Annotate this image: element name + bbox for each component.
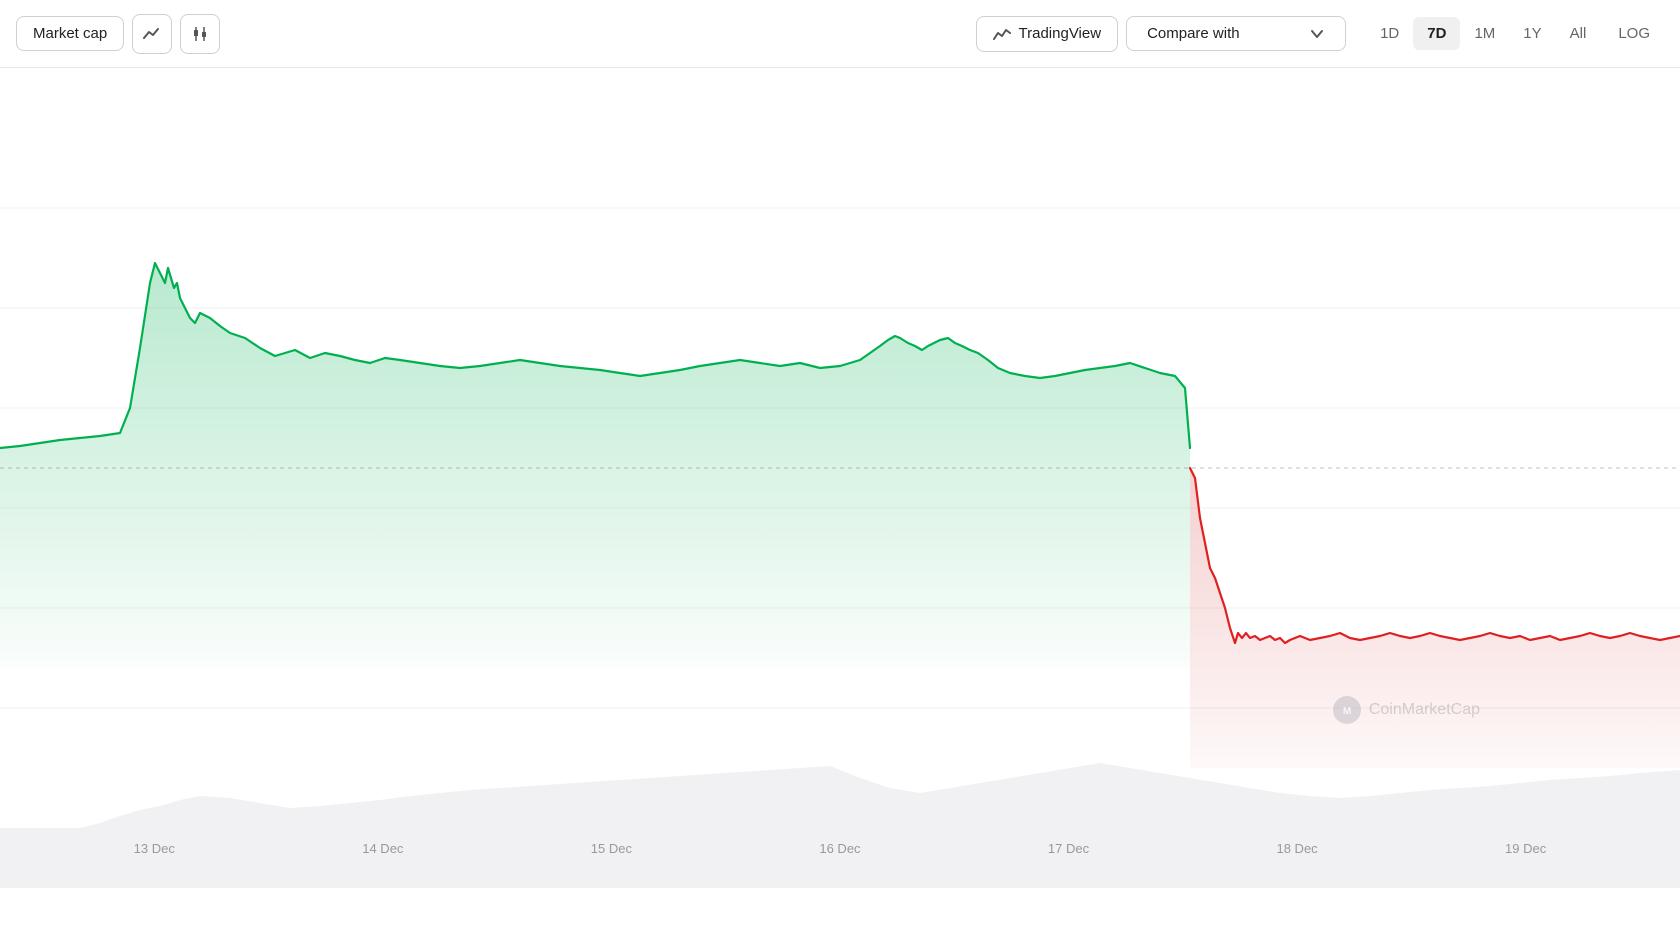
period-1d-button[interactable]: 1D (1366, 17, 1413, 50)
x-label-0: 13 Dec (134, 841, 175, 856)
svg-text:M: M (1343, 706, 1351, 717)
tradingview-icon (993, 25, 1011, 43)
market-cap-button[interactable]: Market cap (16, 16, 124, 51)
toolbar: Market cap TradingView Compare with 1D 7… (0, 0, 1680, 68)
compare-with-button[interactable]: Compare with (1126, 16, 1346, 51)
cmc-logo-icon: M (1333, 696, 1361, 724)
x-axis-labels: 13 Dec 14 Dec 15 Dec 16 Dec 17 Dec 18 De… (0, 841, 1680, 856)
period-selector: 1D 7D 1M 1Y All LOG (1366, 17, 1664, 50)
x-label-3: 16 Dec (819, 841, 860, 856)
candlestick-icon (191, 25, 209, 43)
log-button[interactable]: LOG (1604, 17, 1664, 50)
tradingview-button[interactable]: TradingView (976, 16, 1119, 52)
period-1m-button[interactable]: 1M (1460, 17, 1509, 50)
line-chart-button[interactable] (132, 14, 172, 54)
watermark-text: CoinMarketCap (1369, 701, 1480, 719)
tradingview-label: TradingView (1019, 25, 1102, 42)
x-label-1: 14 Dec (362, 841, 403, 856)
chart-area: M CoinMarketCap 13 Dec 14 Dec 15 Dec 16 … (0, 68, 1680, 944)
x-label-5: 18 Dec (1276, 841, 1317, 856)
watermark: M CoinMarketCap (1333, 696, 1480, 724)
x-label-4: 17 Dec (1048, 841, 1089, 856)
chevron-down-icon (1309, 26, 1325, 42)
compare-with-label: Compare with (1147, 25, 1240, 42)
x-label-6: 19 Dec (1505, 841, 1546, 856)
x-label-2: 15 Dec (591, 841, 632, 856)
main-chart-svg (0, 68, 1680, 944)
period-1y-button[interactable]: 1Y (1509, 17, 1555, 50)
period-7d-button[interactable]: 7D (1413, 17, 1460, 50)
market-cap-label: Market cap (33, 25, 107, 42)
period-all-button[interactable]: All (1556, 17, 1601, 50)
line-chart-icon (143, 25, 161, 43)
candlestick-button[interactable] (180, 14, 220, 54)
